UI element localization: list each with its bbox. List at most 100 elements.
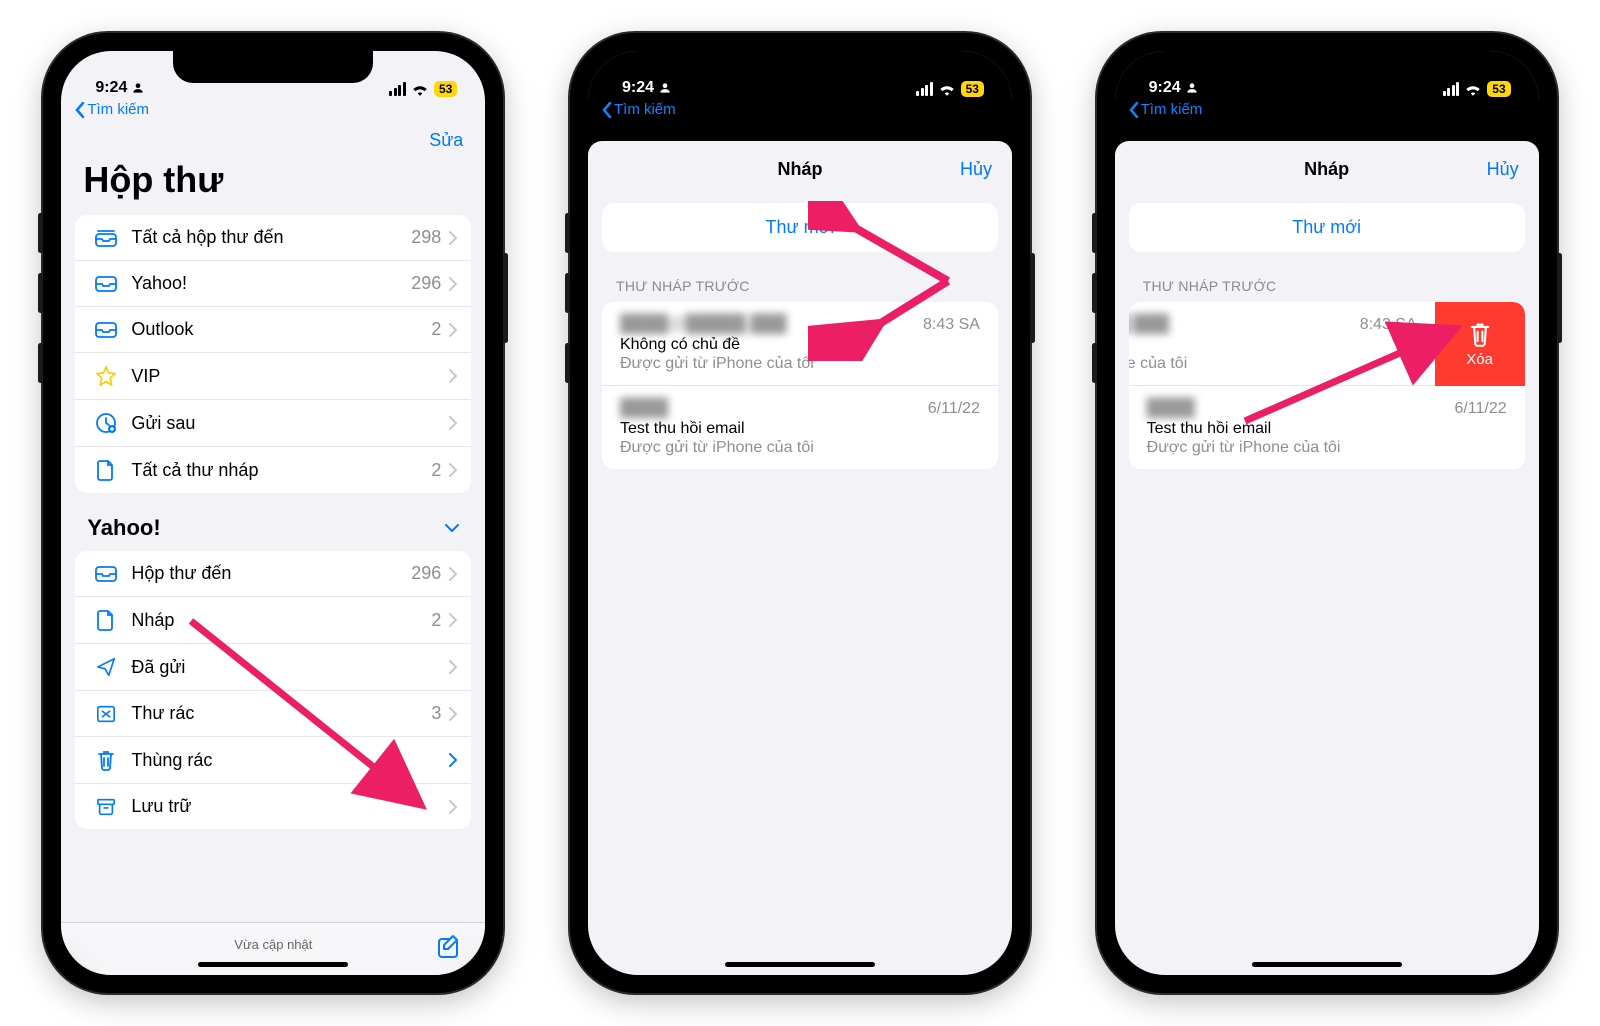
sheet-title: Nháp bbox=[777, 159, 822, 180]
draft-item-swiped[interactable]: @██████.███ 8:43 SA có chủ đề gửi từ iPh… bbox=[1129, 302, 1435, 386]
trash-icon bbox=[91, 749, 121, 771]
notch bbox=[700, 51, 900, 83]
draft-from: ████ bbox=[620, 398, 668, 418]
mailbox-all-inboxes[interactable]: Tất cả hộp thư đến 298 bbox=[75, 215, 471, 261]
chevron-right-icon bbox=[449, 753, 457, 767]
mailbox-vip[interactable]: VIP bbox=[75, 353, 471, 400]
account-trash[interactable]: Thùng rác bbox=[75, 737, 471, 784]
signal-icon bbox=[916, 82, 933, 96]
account-sent[interactable]: Đã gửi bbox=[75, 644, 471, 691]
chevron-right-icon bbox=[449, 800, 457, 814]
notch bbox=[1227, 51, 1427, 83]
cancel-button[interactable]: Hủy bbox=[960, 159, 992, 180]
new-message-button[interactable]: Thư mới bbox=[602, 203, 998, 252]
chevron-right-icon bbox=[449, 660, 457, 674]
tray-icon bbox=[91, 565, 121, 583]
battery-indicator: 53 bbox=[434, 81, 457, 97]
status-time: 9:24 bbox=[95, 79, 127, 97]
draft-item[interactable]: ████ 6/11/22 Test thu hồi email Được gửi… bbox=[602, 386, 998, 469]
status-time: 9:24 bbox=[622, 79, 654, 97]
new-message-button[interactable]: Thư mới bbox=[1129, 203, 1525, 252]
draft-item[interactable]: ████@█████.███ 8:43 SA Không có chủ đề Đ… bbox=[602, 302, 998, 386]
back-search-link[interactable]: Tìm kiếm bbox=[588, 99, 1012, 124]
person-icon bbox=[131, 81, 145, 95]
mailbox-list-account: Hộp thư đến 296 Nháp 2 Đã gửi bbox=[75, 551, 471, 829]
draft-preview: gửi từ iPhone của tôi bbox=[1129, 355, 1417, 373]
signal-icon bbox=[1443, 82, 1460, 96]
chevron-right-icon bbox=[449, 323, 457, 337]
account-inbox[interactable]: Hộp thư đến 296 bbox=[75, 551, 471, 597]
archive-icon bbox=[91, 797, 121, 817]
clock-send-icon bbox=[91, 412, 121, 434]
draft-time: 8:43 SA bbox=[923, 316, 980, 334]
mailboxes-content: Sửa Hộp thư Tất cả hộp thư đến 298 Yahoo… bbox=[61, 124, 485, 975]
phone-frame-2: 9:24 53 Tìm kiếm Nháp Hủy Thư mới THƯ NH… bbox=[570, 33, 1030, 993]
drafts-sheet: Nháp Hủy Thư mới THƯ NHÁP TRƯỚC @██████.… bbox=[1115, 141, 1539, 975]
chevron-right-icon bbox=[449, 613, 457, 627]
draft-preview: Được gửi từ iPhone của tôi bbox=[620, 355, 980, 373]
chevron-right-icon bbox=[449, 567, 457, 581]
section-label: THƯ NHÁP TRƯỚC bbox=[1115, 270, 1539, 302]
home-indicator bbox=[198, 962, 348, 967]
edit-button[interactable]: Sửa bbox=[429, 130, 463, 151]
wifi-icon bbox=[411, 82, 429, 96]
mailbox-all-drafts[interactable]: Tất cả thư nháp 2 bbox=[75, 447, 471, 493]
sheet-title: Nháp bbox=[1304, 159, 1349, 180]
battery-indicator: 53 bbox=[1487, 81, 1510, 97]
draft-subject: có chủ đề bbox=[1129, 336, 1417, 354]
status-time: 9:24 bbox=[1149, 79, 1181, 97]
doc-icon bbox=[91, 609, 121, 631]
tray-icon bbox=[91, 275, 121, 293]
doc-icon bbox=[91, 459, 121, 481]
bottom-toolbar: Vừa cập nhật bbox=[61, 922, 485, 975]
draft-subject: Test thu hồi email bbox=[1147, 420, 1507, 438]
signal-icon bbox=[389, 82, 406, 96]
draft-from: ████@█████.███ bbox=[620, 314, 787, 334]
draft-item[interactable]: ████ 6/11/22 Test thu hồi email Được gửi… bbox=[1129, 386, 1525, 469]
wifi-icon bbox=[938, 82, 956, 96]
battery-indicator: 53 bbox=[961, 81, 984, 97]
draft-time: 6/11/22 bbox=[1454, 400, 1506, 418]
chevron-right-icon bbox=[449, 707, 457, 721]
sync-status: Vừa cập nhật bbox=[234, 937, 312, 952]
person-icon bbox=[1185, 81, 1199, 95]
draft-time: 8:43 SA bbox=[1360, 316, 1417, 334]
account-junk[interactable]: Thư rác 3 bbox=[75, 691, 471, 737]
draft-from: @██████.███ bbox=[1129, 314, 1169, 334]
home-indicator bbox=[1252, 962, 1402, 967]
chevron-right-icon bbox=[449, 277, 457, 291]
tray-icon bbox=[91, 321, 121, 339]
account-section-header[interactable]: Yahoo! bbox=[61, 515, 485, 551]
account-drafts[interactable]: Nháp 2 bbox=[75, 597, 471, 644]
drafts-sheet: Nháp Hủy Thư mới THƯ NHÁP TRƯỚC ████@███… bbox=[588, 141, 1012, 975]
draft-from: ████ bbox=[1147, 398, 1195, 418]
star-icon bbox=[91, 365, 121, 387]
person-icon bbox=[658, 81, 672, 95]
back-search-link[interactable]: Tìm kiếm bbox=[1115, 99, 1539, 124]
drafts-list: ████@█████.███ 8:43 SA Không có chủ đề Đ… bbox=[602, 302, 998, 469]
chevron-right-icon bbox=[449, 463, 457, 477]
cancel-button[interactable]: Hủy bbox=[1487, 159, 1519, 180]
draft-subject: Test thu hồi email bbox=[620, 420, 980, 438]
account-archive[interactable]: Lưu trữ bbox=[75, 784, 471, 829]
chevron-right-icon bbox=[449, 231, 457, 245]
notch bbox=[173, 51, 373, 83]
trash-icon bbox=[1468, 321, 1492, 347]
draft-preview: Được gửi từ iPhone của tôi bbox=[620, 439, 980, 457]
tray-all-icon bbox=[91, 228, 121, 248]
mailbox-outlook[interactable]: Outlook 2 bbox=[75, 307, 471, 353]
screen-3: 9:24 53 Tìm kiếm Nháp Hủy Thư mới THƯ NH… bbox=[1115, 51, 1539, 975]
chevron-right-icon bbox=[449, 416, 457, 430]
back-search-link[interactable]: Tìm kiếm bbox=[61, 99, 485, 124]
sheet-nav: Nháp Hủy bbox=[1115, 141, 1539, 197]
mailbox-yahoo[interactable]: Yahoo! 296 bbox=[75, 261, 471, 307]
swipe-delete-button[interactable]: Xóa bbox=[1435, 302, 1525, 386]
mailbox-send-later[interactable]: Gửi sau bbox=[75, 400, 471, 447]
draft-subject: Không có chủ đề bbox=[620, 336, 980, 354]
sheet-nav: Nháp Hủy bbox=[588, 141, 1012, 197]
screen-1: 9:24 53 Tìm kiếm Sửa Hộp thư Tất cả hộp … bbox=[61, 51, 485, 975]
screen-2: 9:24 53 Tìm kiếm Nháp Hủy Thư mới THƯ NH… bbox=[588, 51, 1012, 975]
compose-button[interactable] bbox=[435, 933, 463, 961]
page-title: Hộp thư bbox=[61, 157, 485, 215]
section-label: THƯ NHÁP TRƯỚC bbox=[588, 270, 1012, 302]
